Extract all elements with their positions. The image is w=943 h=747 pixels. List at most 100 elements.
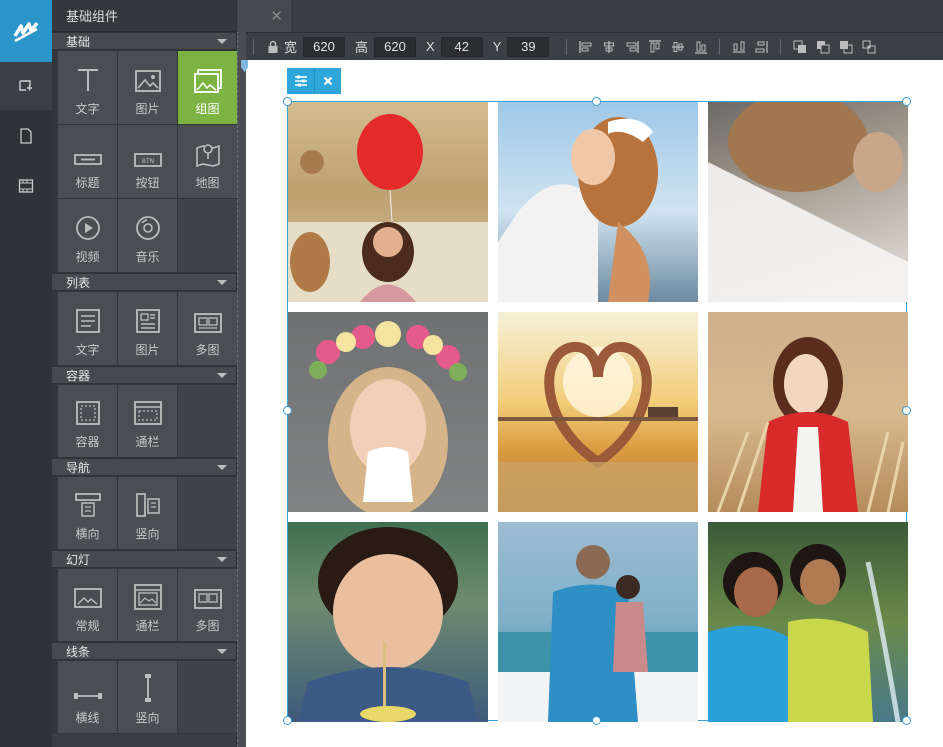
component-container[interactable]: 容器 <box>58 385 117 457</box>
component-button[interactable]: BTN 按钮 <box>118 125 177 198</box>
category-label: 导航 <box>66 460 91 475</box>
component-horizontal-line[interactable]: 横线 <box>58 661 117 733</box>
send-to-back-icon <box>862 40 876 53</box>
app-logo[interactable] <box>0 0 52 62</box>
gallery-photo[interactable] <box>708 522 908 722</box>
delete-button[interactable] <box>314 68 341 94</box>
lock-button[interactable] <box>261 37 284 57</box>
resize-handle-top[interactable] <box>592 97 601 106</box>
category-basic[interactable]: 基础 <box>52 32 236 50</box>
align-right-button[interactable] <box>620 37 643 57</box>
resize-handle-bottom-right[interactable] <box>902 716 911 725</box>
distribute-vertical-button[interactable] <box>750 37 773 57</box>
rail-pages-button[interactable] <box>0 112 52 160</box>
container-icon <box>75 401 100 425</box>
resize-handle-bottom-left[interactable] <box>283 716 292 725</box>
align-bottom-button[interactable] <box>689 37 712 57</box>
send-to-back-button[interactable] <box>857 37 880 57</box>
category-list[interactable]: 列表 <box>52 273 236 291</box>
bring-forward-button[interactable] <box>811 37 834 57</box>
x-input[interactable]: 42 <box>440 36 483 57</box>
distribute-horizontal-button[interactable] <box>727 37 750 57</box>
chevron-down-icon <box>217 648 227 654</box>
component-image-list[interactable]: 图片 <box>118 292 177 365</box>
component-slideshow[interactable]: 常规 <box>58 569 117 641</box>
component-vertical-nav[interactable]: 竖向 <box>118 477 177 549</box>
photo-gallery[interactable] <box>287 101 908 722</box>
left-rail <box>0 0 52 747</box>
resize-handle-right[interactable] <box>902 406 911 415</box>
component-heading[interactable]: 标题 <box>58 125 117 198</box>
width-label: 宽 <box>284 40 298 55</box>
gallery-photo[interactable] <box>498 522 698 722</box>
category-navigation[interactable]: 导航 <box>52 458 236 476</box>
align-left-button[interactable] <box>574 37 597 57</box>
component-text[interactable]: 文字 <box>58 51 117 124</box>
component-gallery[interactable]: 组图 <box>178 51 237 124</box>
component-multi-image-list[interactable]: 多图 <box>178 292 237 365</box>
photo-flower-crown-girl <box>309 321 467 512</box>
rail-media-button[interactable] <box>0 162 52 210</box>
close-icon[interactable]: ✕ <box>270 7 283 25</box>
category-lines[interactable]: 线条 <box>52 642 236 660</box>
component-text-list[interactable]: 文字 <box>58 292 117 365</box>
align-top-button[interactable] <box>643 37 666 57</box>
category-label: 幻灯 <box>66 552 91 567</box>
gallery-photo[interactable] <box>288 102 488 302</box>
component-vertical-line[interactable]: 竖向 <box>118 661 177 733</box>
component-label: 横线 <box>75 711 100 725</box>
send-backward-button[interactable] <box>834 37 857 57</box>
component-full-width-container[interactable]: 通栏 <box>118 385 177 457</box>
height-input[interactable]: 620 <box>374 36 417 57</box>
empty-slot <box>178 199 237 272</box>
gallery-photo[interactable] <box>708 102 908 302</box>
chevron-down-icon <box>217 279 227 285</box>
gallery-photo[interactable] <box>708 312 908 512</box>
align-left-icon <box>579 40 592 53</box>
component-label: 多图 <box>195 619 220 633</box>
component-horizontal-nav[interactable]: 横向 <box>58 477 117 549</box>
component-video[interactable]: 视频 <box>58 199 117 272</box>
logo-icon <box>13 21 39 43</box>
resize-handle-bottom[interactable] <box>592 716 601 725</box>
image-list-icon <box>135 309 160 333</box>
component-music[interactable]: 音乐 <box>118 199 177 272</box>
gallery-photo[interactable] <box>288 522 488 722</box>
width-input[interactable]: 620 <box>303 36 346 57</box>
panel-title: 基础组件 <box>52 0 236 32</box>
component-full-width-slideshow[interactable]: 通栏 <box>118 569 177 641</box>
resize-handle-top-left[interactable] <box>283 97 292 106</box>
align-center-button[interactable] <box>597 37 620 57</box>
divider <box>253 38 254 55</box>
bring-to-front-button[interactable] <box>788 37 811 57</box>
category-container[interactable]: 容器 <box>52 366 236 384</box>
y-input[interactable]: 39 <box>507 36 550 57</box>
film-icon <box>18 179 34 193</box>
resize-handle-left[interactable] <box>283 406 292 415</box>
component-image[interactable]: 图片 <box>118 51 177 124</box>
component-label: 竖向 <box>135 711 160 725</box>
component-label: 横向 <box>75 527 100 541</box>
resize-handle-top-right[interactable] <box>902 97 911 106</box>
horizontal-line-icon <box>73 693 102 699</box>
component-map[interactable]: 地图 <box>178 125 237 198</box>
align-middle-button[interactable] <box>666 37 689 57</box>
settings-button[interactable] <box>287 68 314 94</box>
component-label: 多图 <box>195 343 220 357</box>
rail-components-button[interactable] <box>0 62 52 110</box>
gallery-photo[interactable] <box>498 312 698 512</box>
document-tab[interactable]: ✕ <box>237 0 291 32</box>
gallery-photo[interactable] <box>498 102 698 302</box>
category-slideshow[interactable]: 幻灯 <box>52 550 236 568</box>
component-label: 竖向 <box>135 527 160 541</box>
photo-child-drinking <box>298 527 478 722</box>
gallery-photo[interactable] <box>288 312 488 512</box>
category-label: 列表 <box>66 275 91 290</box>
panel-splitter[interactable] <box>237 0 246 747</box>
distribute-vertical-icon <box>755 40 768 53</box>
component-label: 按钮 <box>135 176 160 190</box>
component-multi-image-slideshow[interactable]: 多图 <box>178 569 237 641</box>
component-label: 常规 <box>75 619 100 633</box>
component-label: 文字 <box>75 343 100 357</box>
component-label: 视频 <box>75 250 100 264</box>
